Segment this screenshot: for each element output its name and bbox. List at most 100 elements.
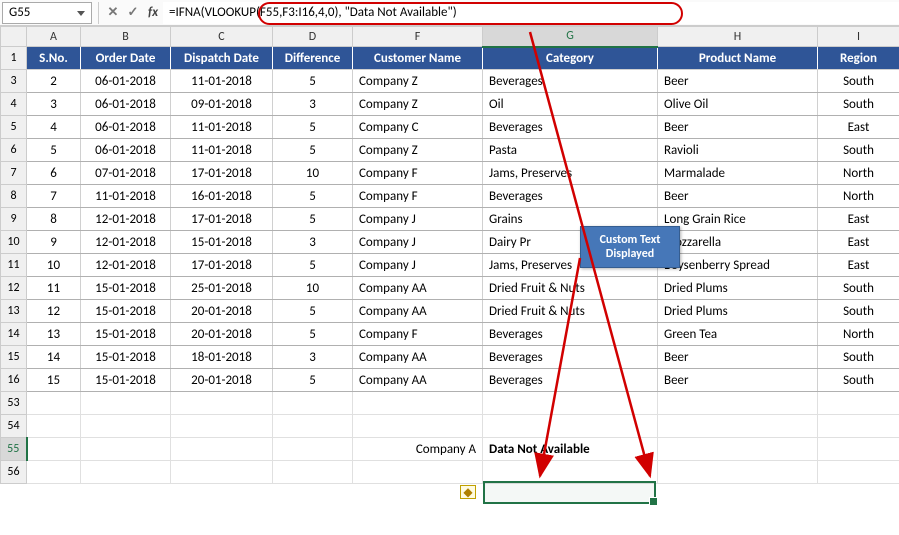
cell[interactable]: 15 bbox=[27, 369, 81, 392]
cell[interactable]: East bbox=[818, 231, 899, 254]
cell[interactable]: Mozzarella bbox=[658, 231, 818, 254]
cell[interactable]: Long Grain Rice bbox=[658, 208, 818, 231]
cell[interactable]: Company F bbox=[353, 162, 483, 185]
row-header[interactable]: 11 bbox=[1, 254, 27, 277]
cell[interactable]: Company Z bbox=[353, 93, 483, 116]
cell[interactable]: Beverages bbox=[483, 346, 658, 369]
cell[interactable]: 11 bbox=[27, 277, 81, 300]
cell[interactable]: 10 bbox=[273, 162, 353, 185]
cell[interactable]: Marmalade bbox=[658, 162, 818, 185]
cell[interactable]: 5 bbox=[273, 116, 353, 139]
cell[interactable] bbox=[81, 438, 171, 461]
cell[interactable]: 17-01-2018 bbox=[171, 254, 273, 277]
cell[interactable]: Jams, Preserves bbox=[483, 162, 658, 185]
col-header-F[interactable]: F bbox=[353, 27, 483, 47]
cell[interactable]: South bbox=[818, 346, 899, 369]
cell[interactable] bbox=[818, 461, 899, 484]
cell[interactable]: 20-01-2018 bbox=[171, 323, 273, 346]
cell[interactable]: Company Z bbox=[353, 139, 483, 162]
cell[interactable]: 5 bbox=[273, 323, 353, 346]
cell[interactable]: Olive Oil bbox=[658, 93, 818, 116]
cell[interactable] bbox=[353, 415, 483, 438]
cell[interactable] bbox=[483, 415, 658, 438]
cell[interactable]: Beverages bbox=[483, 185, 658, 208]
row-header[interactable]: 56 bbox=[1, 461, 27, 484]
spreadsheet-grid[interactable]: A B C D F G H I 1 S.No. Order Date Dispa… bbox=[0, 26, 899, 484]
hdr-category[interactable]: Category bbox=[483, 47, 658, 70]
hdr-customer[interactable]: Customer Name bbox=[353, 47, 483, 70]
row-header[interactable]: 4 bbox=[1, 93, 27, 116]
cell[interactable]: East bbox=[818, 208, 899, 231]
hdr-difference[interactable]: Difference bbox=[273, 47, 353, 70]
cell[interactable]: 11-01-2018 bbox=[171, 139, 273, 162]
cell[interactable]: 12-01-2018 bbox=[81, 208, 171, 231]
col-header-A[interactable]: A bbox=[27, 27, 81, 47]
cell[interactable]: Company AA bbox=[353, 277, 483, 300]
cell[interactable]: Green Tea bbox=[658, 323, 818, 346]
cell[interactable]: 5 bbox=[273, 300, 353, 323]
cell[interactable]: Beverages bbox=[483, 70, 658, 93]
cell[interactable] bbox=[27, 438, 81, 461]
cell[interactable]: 3 bbox=[273, 346, 353, 369]
hdr-orderdate[interactable]: Order Date bbox=[81, 47, 171, 70]
cell[interactable] bbox=[273, 438, 353, 461]
cell[interactable]: 11-01-2018 bbox=[171, 116, 273, 139]
row-header[interactable]: 13 bbox=[1, 300, 27, 323]
cell[interactable]: Company J bbox=[353, 208, 483, 231]
cell[interactable]: Ravioli bbox=[658, 139, 818, 162]
hdr-product[interactable]: Product Name bbox=[658, 47, 818, 70]
cell[interactable]: 15-01-2018 bbox=[81, 277, 171, 300]
cell[interactable]: 17-01-2018 bbox=[171, 162, 273, 185]
cell[interactable]: Beer bbox=[658, 70, 818, 93]
cell[interactable]: Company Z bbox=[353, 70, 483, 93]
cell[interactable]: 7 bbox=[27, 185, 81, 208]
cell[interactable]: 8 bbox=[27, 208, 81, 231]
col-header-D[interactable]: D bbox=[273, 27, 353, 47]
cell[interactable]: 20-01-2018 bbox=[171, 369, 273, 392]
cell[interactable] bbox=[27, 392, 81, 415]
cell[interactable] bbox=[171, 438, 273, 461]
cell[interactable]: East bbox=[818, 116, 899, 139]
cell[interactable] bbox=[27, 415, 81, 438]
row-header[interactable]: 5 bbox=[1, 116, 27, 139]
cell[interactable] bbox=[353, 461, 483, 484]
cell[interactable]: 11-01-2018 bbox=[81, 185, 171, 208]
row-header[interactable]: 16 bbox=[1, 369, 27, 392]
cell[interactable]: 11-01-2018 bbox=[171, 70, 273, 93]
cell[interactable]: 13 bbox=[27, 323, 81, 346]
cell[interactable]: 15-01-2018 bbox=[81, 369, 171, 392]
hdr-sno[interactable]: S.No. bbox=[27, 47, 81, 70]
cell[interactable]: 5 bbox=[273, 185, 353, 208]
cell[interactable]: Beer bbox=[658, 369, 818, 392]
cell[interactable]: South bbox=[818, 93, 899, 116]
cell[interactable] bbox=[81, 461, 171, 484]
cell[interactable]: 14 bbox=[27, 346, 81, 369]
row-header[interactable]: 54 bbox=[1, 415, 27, 438]
cell[interactable]: Company AA bbox=[353, 346, 483, 369]
row-header[interactable]: 14 bbox=[1, 323, 27, 346]
cell[interactable]: 06-01-2018 bbox=[81, 139, 171, 162]
cell[interactable]: 07-01-2018 bbox=[81, 162, 171, 185]
cell[interactable] bbox=[483, 392, 658, 415]
cell[interactable]: South bbox=[818, 369, 899, 392]
cell[interactable]: Company J bbox=[353, 231, 483, 254]
enter-button[interactable]: ✓ bbox=[123, 2, 143, 24]
cell[interactable]: 10 bbox=[27, 254, 81, 277]
cell[interactable]: Data Not Available bbox=[483, 438, 658, 461]
cell[interactable]: Company AA bbox=[353, 369, 483, 392]
cell[interactable] bbox=[818, 415, 899, 438]
cell[interactable]: Company F bbox=[353, 185, 483, 208]
cell[interactable]: Beverages bbox=[483, 369, 658, 392]
cell[interactable]: North bbox=[818, 323, 899, 346]
row-header[interactable]: 53 bbox=[1, 392, 27, 415]
row-header[interactable]: 8 bbox=[1, 185, 27, 208]
cell[interactable]: Dried Fruit & Nuts bbox=[483, 277, 658, 300]
formula-input[interactable]: =IFNA(VLOOKUP(F55,F3:I16,4,0), "Data Not… bbox=[163, 2, 899, 24]
cell[interactable]: Company C bbox=[353, 116, 483, 139]
col-header-G[interactable]: G bbox=[483, 27, 658, 47]
hdr-dispatchdate[interactable]: Dispatch Date bbox=[171, 47, 273, 70]
cell[interactable] bbox=[27, 461, 81, 484]
row-header[interactable]: 6 bbox=[1, 139, 27, 162]
row-header[interactable]: 12 bbox=[1, 277, 27, 300]
cell[interactable]: 15-01-2018 bbox=[81, 323, 171, 346]
